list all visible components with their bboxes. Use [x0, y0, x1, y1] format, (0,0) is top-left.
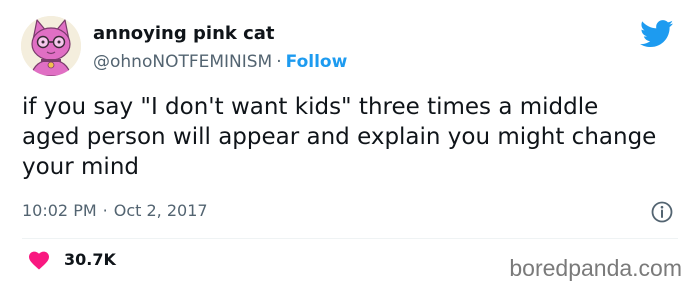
handle-separator: · [276, 52, 282, 72]
follow-button[interactable]: Follow [286, 52, 348, 72]
author-handle[interactable]: @ohnoNOTFEMINISM [93, 52, 272, 72]
tweet-time: 10:02 PM [22, 201, 97, 220]
tweet-text: if you say "I don't want kids" three tim… [22, 94, 657, 180]
divider [22, 238, 678, 239]
like-count[interactable]: 30.7K [64, 250, 116, 270]
timestamp-separator: · [102, 201, 108, 220]
author-display-name[interactable]: annoying pink cat [93, 23, 275, 45]
heart-icon[interactable] [28, 250, 50, 270]
pink-cat-avatar-icon [21, 16, 81, 76]
info-icon[interactable] [651, 201, 673, 223]
twitter-bird-icon[interactable] [640, 20, 674, 48]
author-handle-row: @ohnoNOTFEMINISM · Follow [93, 51, 347, 73]
tweet-date: Oct 2, 2017 [113, 201, 208, 220]
source-watermark: boredpanda.com [509, 255, 682, 281]
tweet-timestamp[interactable]: 10:02 PM · Oct 2, 2017 [22, 200, 208, 222]
avatar[interactable] [21, 16, 81, 76]
